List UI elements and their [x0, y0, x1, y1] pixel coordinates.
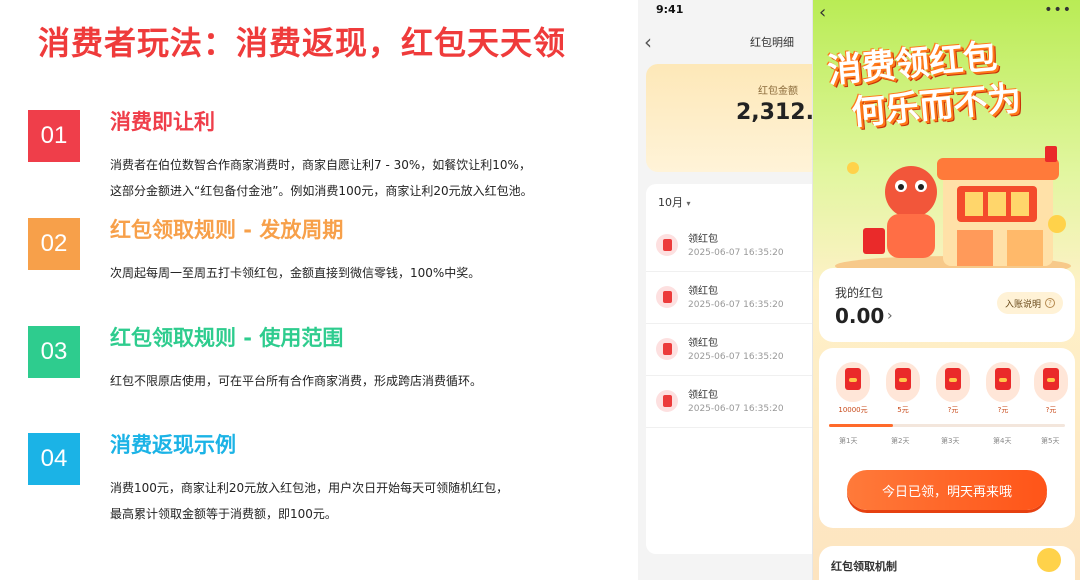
collect-red-packet-screen: ‹ ••• 消费领红包 何乐而不为 我的红包 0.00 › 入账说明 ? 100… [812, 0, 1080, 580]
red-packet-icon [656, 234, 678, 256]
point-title: 消费返现示例 [110, 433, 236, 457]
day-reward[interactable]: ?元 [933, 362, 973, 415]
chevron-left-icon[interactable]: ‹ [644, 30, 652, 54]
shop-mascot-illustration [835, 146, 1071, 270]
day-amount: 10000元 [838, 406, 868, 414]
point-line: 这部分金额进入“红包备付金池”。例如消费100元，商家让利20元放入红包池。 [110, 184, 533, 198]
day-amount: ?元 [947, 406, 959, 414]
point-body: 红包不限原店使用，可在平台所有合作商家消费，形成跨店消费循环。 [110, 368, 630, 394]
record-row[interactable]: 领红包 2025-06-07 16:35:20 [646, 272, 812, 324]
progress-fill [829, 424, 893, 427]
record-row[interactable]: 领红包 2025-06-07 16:35:20 [646, 220, 812, 272]
collect-button[interactable]: 今日已领，明天再来哦 [847, 470, 1047, 510]
mechanism-section: 红包领取机制 [819, 546, 1075, 580]
daily-check-in-card: 10000元 5元 ?元 ?元 ?元 第1天 第2天 第3天 第4天 第5天 今… [819, 348, 1075, 528]
account-rules-button[interactable]: 入账说明 ? [996, 292, 1063, 314]
record-row[interactable]: 领红包 2025-06-07 16:35:20 [646, 376, 812, 428]
mechanism-title: 红包领取机制 [831, 560, 897, 573]
point-body: 消费100元，商家让利20元放入红包池，用户次日开始每天可领随机红包， 最高累计… [110, 475, 630, 527]
record-name: 领红包 [688, 234, 718, 245]
day-label: 第3天 [941, 437, 960, 445]
account-rules-label: 入账说明 [1004, 299, 1041, 310]
day-reward[interactable]: 5元 [883, 362, 923, 415]
slide-title: 消费者玩法：消费返现，红包天天领 [38, 24, 567, 62]
red-packet-icon [656, 390, 678, 412]
chevron-down-icon: ▾ [686, 199, 691, 208]
month-filter[interactable]: 10月 ▾ [658, 194, 691, 210]
day-reward[interactable]: ?元 [1031, 362, 1071, 415]
my-red-packet-label: 我的红包 [835, 286, 884, 300]
balance-label: 红包金额 [758, 86, 798, 97]
red-packet-icon [656, 286, 678, 308]
record-list: 10月 ▾ 领红包 2025-06-07 16:35:20 领红包 2025-0… [646, 184, 812, 554]
balance-card: 红包金额 2,312.23 [646, 64, 812, 172]
my-red-packet-card[interactable]: 我的红包 0.00 › 入账说明 ? [819, 268, 1075, 342]
record-name: 领红包 [688, 338, 718, 349]
more-dots-icon[interactable]: ••• [1044, 2, 1072, 18]
point-title: 消费即让利 [110, 110, 215, 134]
red-envelope-icon [945, 368, 961, 390]
day-reward[interactable]: ?元 [983, 362, 1023, 415]
chevron-right-icon: › [887, 308, 893, 324]
day-amount: 5元 [897, 406, 909, 414]
point-line: 消费者在伯位数智合作商家消费时，商家自愿让利7 - 30%，如餐饮让利10%， [110, 158, 531, 172]
record-date: 2025-06-07 16:35:20 [688, 352, 784, 362]
point-number: 02 [28, 218, 80, 270]
red-envelope-icon [1043, 368, 1059, 390]
record-name: 领红包 [688, 390, 718, 401]
nav-bar: ‹ 红包明细 [638, 22, 812, 62]
check-in-progress-bar [829, 424, 1065, 427]
day-label: 第4天 [993, 437, 1012, 445]
slide-panel: 消费者玩法：消费返现，红包天天领 01 消费即让利 消费者在伯位数智合作商家消费… [0, 0, 640, 580]
day-reward[interactable]: 10000元 [833, 362, 873, 415]
red-packet-detail-screen: 9:41 ‹ 红包明细 红包金额 2,312.23 10月 ▾ 领红包 2025… [638, 0, 812, 580]
point-line: 最高累计领取金额等于消费额，即100元。 [110, 507, 337, 521]
record-date: 2025-06-07 16:35:20 [688, 248, 784, 258]
red-packet-icon [656, 338, 678, 360]
day-amount: ?元 [997, 406, 1009, 414]
day-amount: ?元 [1045, 406, 1057, 414]
day-label: 第2天 [891, 437, 910, 445]
balance-amount: 2,312.23 [736, 100, 812, 125]
point-body: 消费者在伯位数智合作商家消费时，商家自愿让利7 - 30%，如餐饮让利10%， … [110, 152, 630, 204]
point-line: 红包不限原店使用，可在平台所有合作商家消费，形成跨店消费循环。 [110, 374, 483, 388]
emoji-mascot-icon [1037, 548, 1061, 572]
month-label: 10月 [658, 196, 683, 209]
point-line: 次周起每周一至周五打卡领红包，金额直接到微信零钱，100%中奖。 [110, 266, 481, 280]
point-line: 消费100元，商家让利20元放入红包池，用户次日开始每天可领随机红包， [110, 481, 509, 495]
nav-title: 红包明细 [750, 36, 794, 49]
point-number: 03 [28, 326, 80, 378]
info-icon: ? [1045, 298, 1055, 308]
record-row[interactable]: 领红包 2025-06-07 16:35:20 [646, 324, 812, 376]
point-title: 红包领取规则 - 使用范围 [110, 326, 344, 350]
red-envelope-icon [895, 368, 911, 390]
point-body: 次周起每周一至周五打卡领红包，金额直接到微信零钱，100%中奖。 [110, 260, 630, 286]
point-title: 红包领取规则 - 发放周期 [110, 218, 344, 242]
status-time: 9:41 [656, 3, 684, 16]
red-envelope-icon [995, 368, 1011, 390]
record-name: 领红包 [688, 286, 718, 297]
red-envelope-icon [845, 368, 861, 390]
record-date: 2025-06-07 16:35:20 [688, 404, 784, 414]
status-bar: 9:41 [638, 0, 812, 22]
day-label: 第1天 [839, 437, 858, 445]
record-date: 2025-06-07 16:35:20 [688, 300, 784, 310]
chevron-left-icon[interactable]: ‹ [819, 2, 826, 23]
day-label: 第5天 [1041, 437, 1060, 445]
point-number: 01 [28, 110, 80, 162]
my-red-packet-value: 0.00 [835, 304, 885, 328]
point-number: 04 [28, 433, 80, 485]
